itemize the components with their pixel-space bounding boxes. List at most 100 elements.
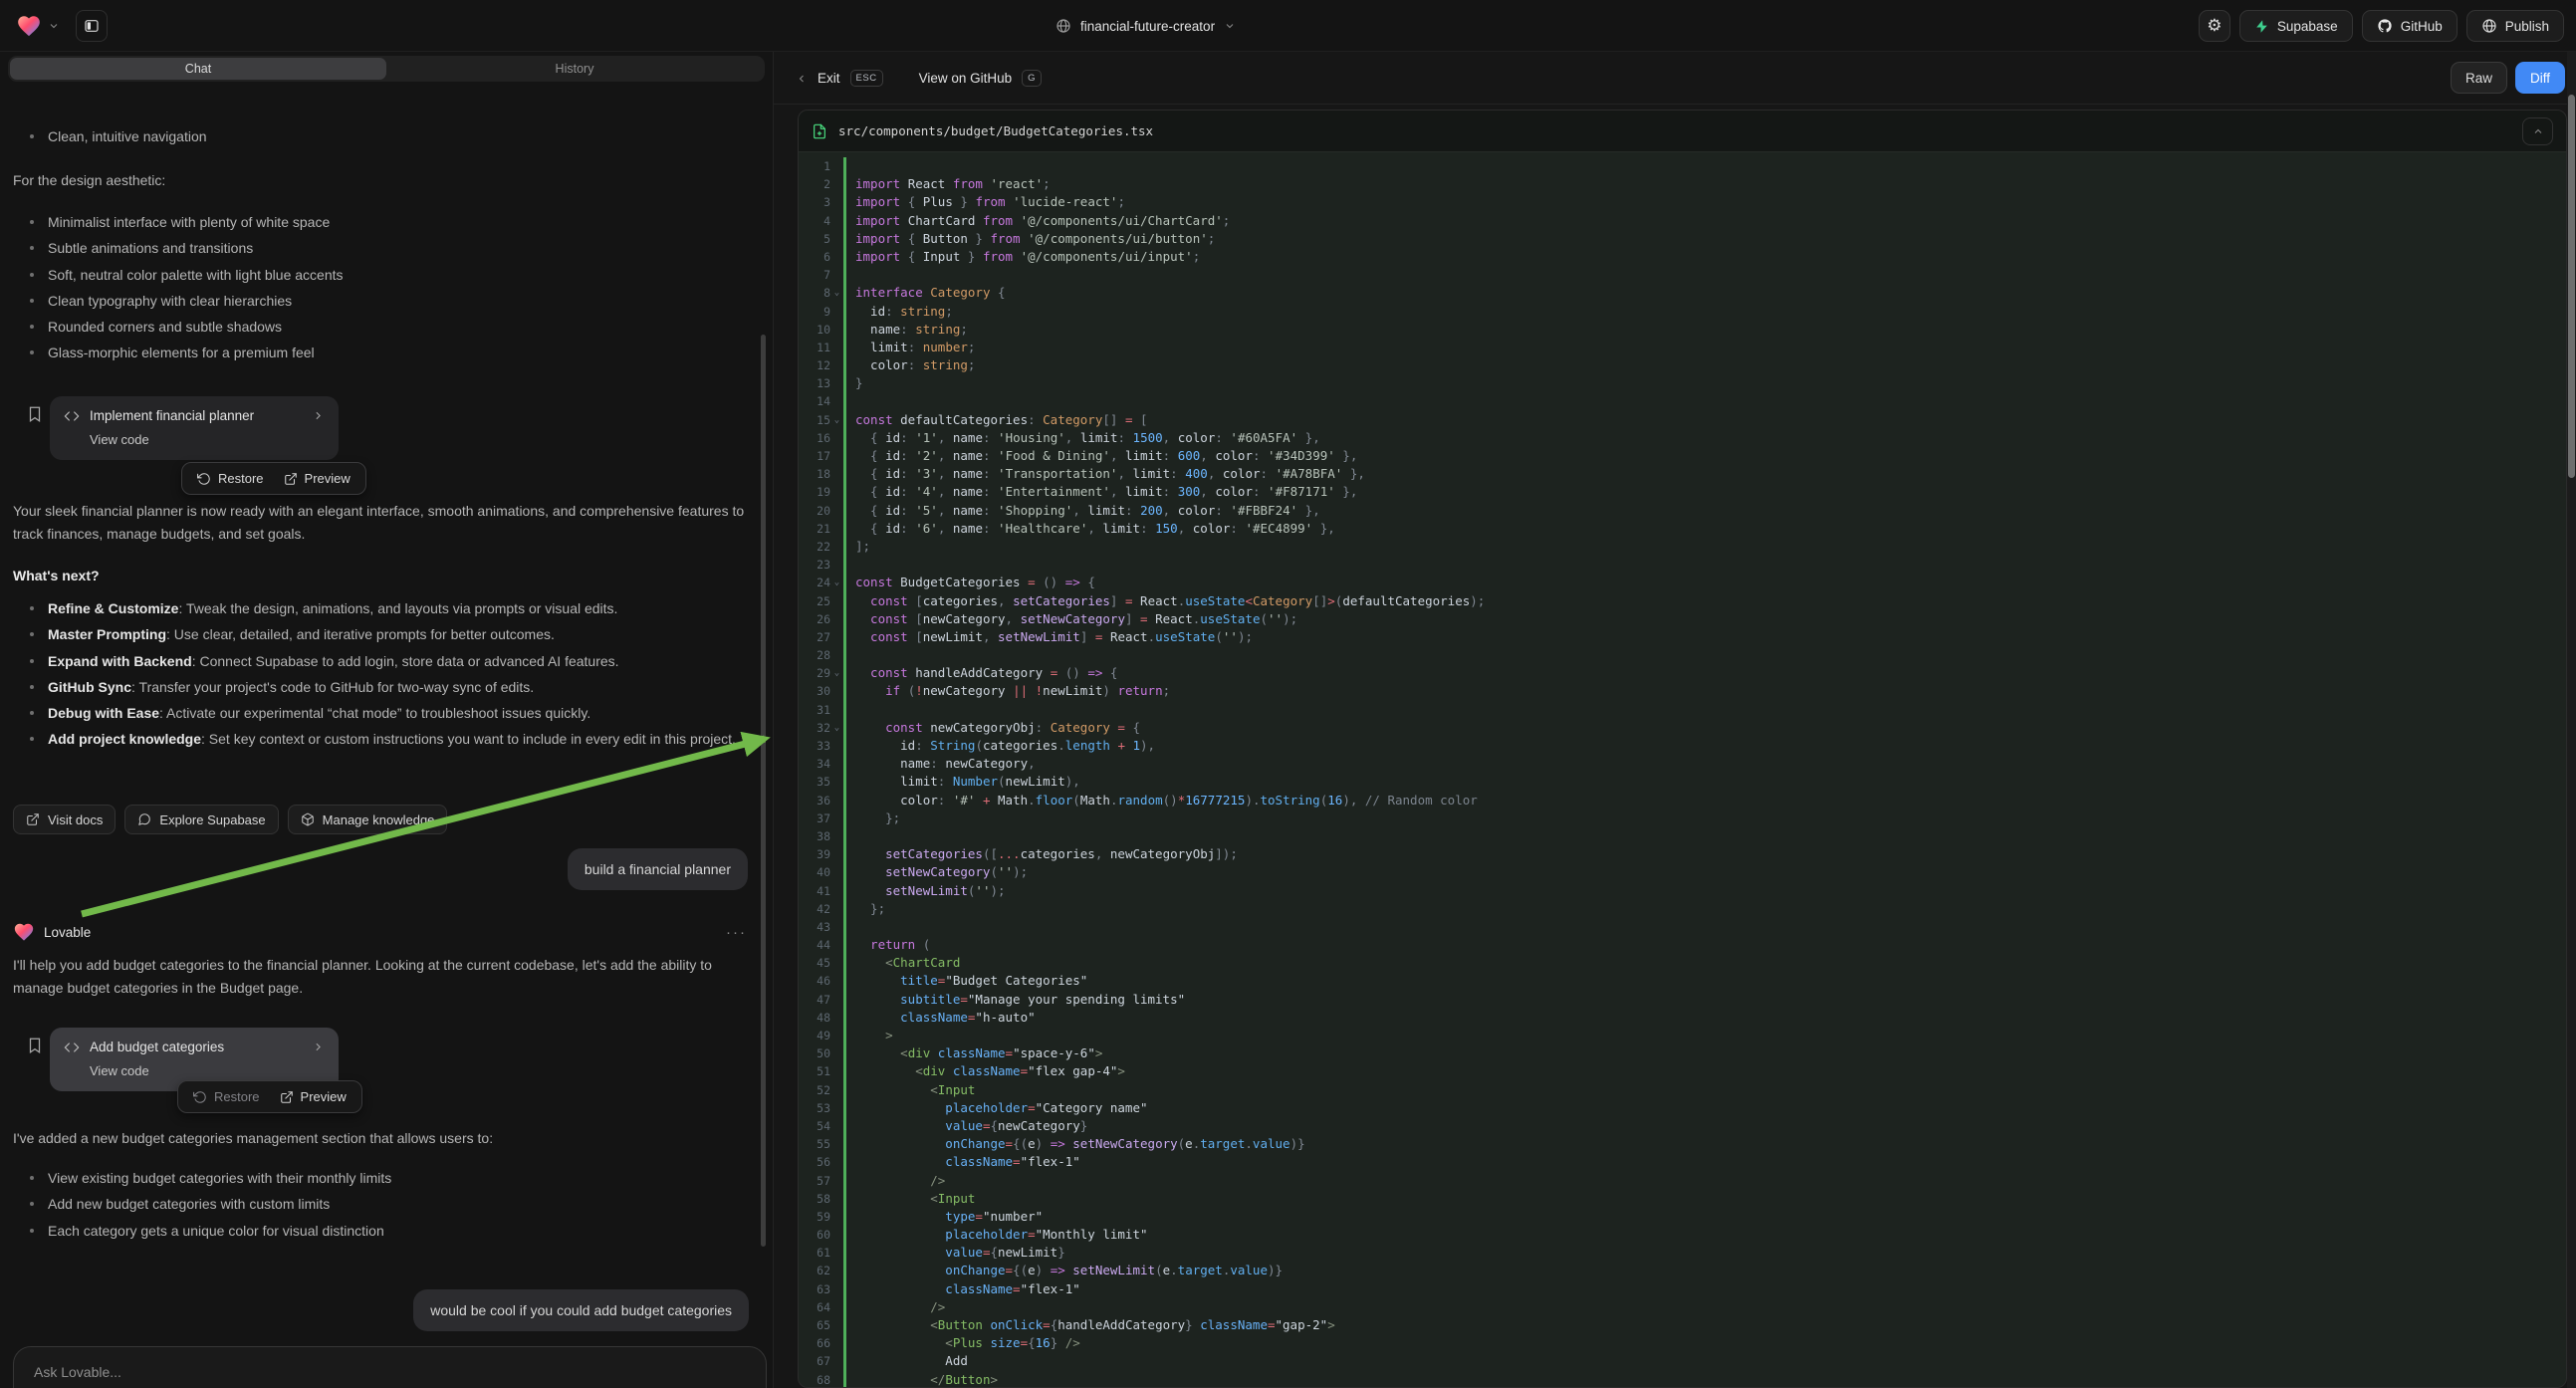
- file-plus-icon: [812, 123, 827, 139]
- code-icon: [64, 1041, 80, 1053]
- whats-next-heading: What's next?: [13, 568, 747, 583]
- lovable-logo-icon[interactable]: [16, 13, 42, 39]
- chevron-down-icon[interactable]: [48, 20, 60, 32]
- publish-button[interactable]: Publish: [2466, 10, 2564, 42]
- raw-button[interactable]: Raw: [2451, 62, 2507, 94]
- restore-icon: [193, 1090, 207, 1104]
- code-line: 66 <Plus size={16} />: [799, 1334, 2566, 1352]
- list-item: Master Prompting: Use clear, detailed, a…: [13, 621, 747, 647]
- sidebar-icon: [84, 18, 100, 34]
- exit-button[interactable]: Exit: [818, 71, 840, 86]
- code-line: 26 const [newCategory, setNewCategory] =…: [799, 610, 2566, 628]
- code-line: 52 <Input: [799, 1081, 2566, 1099]
- code-line: 14: [799, 392, 2566, 410]
- esc-key-badge: esc: [850, 70, 883, 87]
- code-viewer-header: Exit esc View on GitHub G Raw Diff: [774, 52, 2576, 105]
- view-code-link[interactable]: View code: [90, 1063, 325, 1078]
- code-line: 25 const [categories, setCategories] = R…: [799, 592, 2566, 610]
- file-path: src/components/budget/BudgetCategories.t…: [838, 123, 2511, 138]
- bookmark-icon[interactable]: [26, 1036, 44, 1055]
- preview-button[interactable]: Preview: [280, 1089, 347, 1104]
- composer-placeholder: Ask Lovable...: [34, 1364, 121, 1380]
- list-item: GitHub Sync: Transfer your project's cod…: [13, 674, 747, 700]
- chat-scrollbar[interactable]: [761, 335, 766, 1247]
- code-line: 34 name: newCategory,: [799, 755, 2566, 773]
- chevron-up-icon: [2532, 125, 2544, 137]
- manage-knowledge-button[interactable]: Manage knowledge: [288, 805, 448, 834]
- code-line: 3import { Plus } from 'lucide-react';: [799, 193, 2566, 211]
- globe-icon: [1055, 18, 1071, 34]
- code-line: 21 { id: '6', name: 'Healthcare', limit:…: [799, 520, 2566, 538]
- top-bar: financial-future-creator ⚙ Supabase GitH…: [0, 0, 2576, 52]
- chat-scroll-area[interactable]: Clean, intuitive navigation For the desi…: [0, 52, 773, 1388]
- window-scrollbar-thumb[interactable]: [2568, 95, 2575, 478]
- code-line: 9 id: string;: [799, 303, 2566, 321]
- assistant-paragraph: I've added a new budget categories manag…: [13, 1127, 747, 1150]
- restore-button[interactable]: Restore: [197, 471, 264, 486]
- chevron-left-icon[interactable]: [796, 73, 808, 85]
- assistant-name: Lovable: [44, 925, 91, 940]
- more-menu-icon[interactable]: ···: [726, 924, 747, 941]
- code-line: 62 onChange={(e) => setNewLimit(e.target…: [799, 1262, 2566, 1279]
- code-line: 33 id: String(categories.length + 1),: [799, 737, 2566, 755]
- github-button[interactable]: GitHub: [2362, 10, 2458, 42]
- code-viewer-panel: Exit esc View on GitHub G Raw Diff src/c…: [773, 52, 2576, 1388]
- supabase-button[interactable]: Supabase: [2239, 10, 2353, 42]
- clipped-bullet-list: Clean, intuitive navigation: [13, 123, 747, 149]
- sidebar-toggle-button[interactable]: [76, 10, 108, 42]
- code-line: 54 value={newCategory}: [799, 1117, 2566, 1135]
- list-item: Refine & Customize: Tweak the design, an…: [13, 595, 747, 621]
- code-line: 56 className="flex-1": [799, 1153, 2566, 1171]
- restore-preview-pill: Restore Preview: [177, 1080, 362, 1113]
- user-message: would be cool if you could add budget ca…: [413, 1289, 749, 1331]
- code-line: 10 name: string;: [799, 321, 2566, 339]
- code-line: 1: [799, 157, 2566, 175]
- collapse-file-button[interactable]: [2522, 117, 2553, 145]
- design-bullet-list: Minimalist interface with plenty of whit…: [13, 209, 747, 366]
- code-viewer-nav: Exit esc View on GitHub G: [796, 52, 1042, 105]
- code-line: 48 className="h-auto": [799, 1009, 2566, 1027]
- supabase-label: Supabase: [2277, 19, 2338, 34]
- code-line: 4import ChartCard from '@/components/ui/…: [799, 212, 2566, 230]
- preview-button[interactable]: Preview: [284, 471, 351, 486]
- code-line: 35 limit: Number(newLimit),: [799, 773, 2566, 791]
- code-line: 11 limit: number;: [799, 339, 2566, 356]
- chat-composer[interactable]: Ask Lovable... Attach Edit Default: [13, 1346, 767, 1388]
- project-switcher[interactable]: financial-future-creator: [1055, 0, 1236, 52]
- visit-docs-button[interactable]: Visit docs: [13, 805, 116, 834]
- code-line: 49 >: [799, 1027, 2566, 1044]
- code-line: 24⌄const BudgetCategories = () => {: [799, 574, 2566, 591]
- version-card-title: Implement financial planner: [90, 408, 302, 423]
- chat-panel: Chat History Clean, intuitive navigation…: [0, 52, 773, 1388]
- code-line: 44 return (: [799, 936, 2566, 954]
- view-code-link[interactable]: View code: [90, 432, 325, 447]
- restore-icon: [197, 472, 211, 486]
- external-link-icon: [26, 812, 40, 826]
- code-line: 50 <div className="space-y-6">: [799, 1044, 2566, 1062]
- view-on-github-button[interactable]: View on GitHub: [919, 71, 1013, 86]
- list-item: View existing budget categories with the…: [13, 1165, 747, 1191]
- restore-button[interactable]: Restore: [193, 1089, 260, 1104]
- bookmark-icon[interactable]: [26, 404, 44, 424]
- code-content[interactable]: 12import React from 'react';3import { Pl…: [799, 152, 2566, 1388]
- code-line: 40 setNewCategory('');: [799, 863, 2566, 881]
- file-header[interactable]: src/components/budget/BudgetCategories.t…: [799, 111, 2566, 152]
- chevron-right-icon: [312, 409, 325, 422]
- code-line: 30 if (!newCategory || !newLimit) return…: [799, 682, 2566, 700]
- code-line: 43: [799, 918, 2566, 936]
- user-message: build a financial planner: [568, 848, 748, 890]
- code-line: 20 { id: '5', name: 'Shopping', limit: 2…: [799, 502, 2566, 520]
- version-card-implement-financial-planner[interactable]: Implement financial planner View code: [50, 396, 339, 460]
- code-line: 17 { id: '2', name: 'Food & Dining', lim…: [799, 447, 2566, 465]
- list-item: Glass-morphic elements for a premium fee…: [13, 340, 747, 365]
- list-item: Soft, neutral color palette with light b…: [13, 262, 747, 288]
- diff-button[interactable]: Diff: [2515, 62, 2565, 94]
- whats-next-list: Refine & Customize: Tweak the design, an…: [13, 595, 747, 753]
- settings-button[interactable]: ⚙: [2199, 10, 2230, 42]
- window-scrollbar-track[interactable]: [2567, 52, 2576, 1388]
- code-line: 39 setCategories([...categories, newCate…: [799, 845, 2566, 863]
- explore-supabase-button[interactable]: Explore Supabase: [124, 805, 278, 834]
- restore-preview-pill: Restore Preview: [181, 462, 366, 495]
- code-line: 32⌄ const newCategoryObj: Category = {: [799, 719, 2566, 737]
- design-intro: For the design aesthetic:: [13, 169, 747, 192]
